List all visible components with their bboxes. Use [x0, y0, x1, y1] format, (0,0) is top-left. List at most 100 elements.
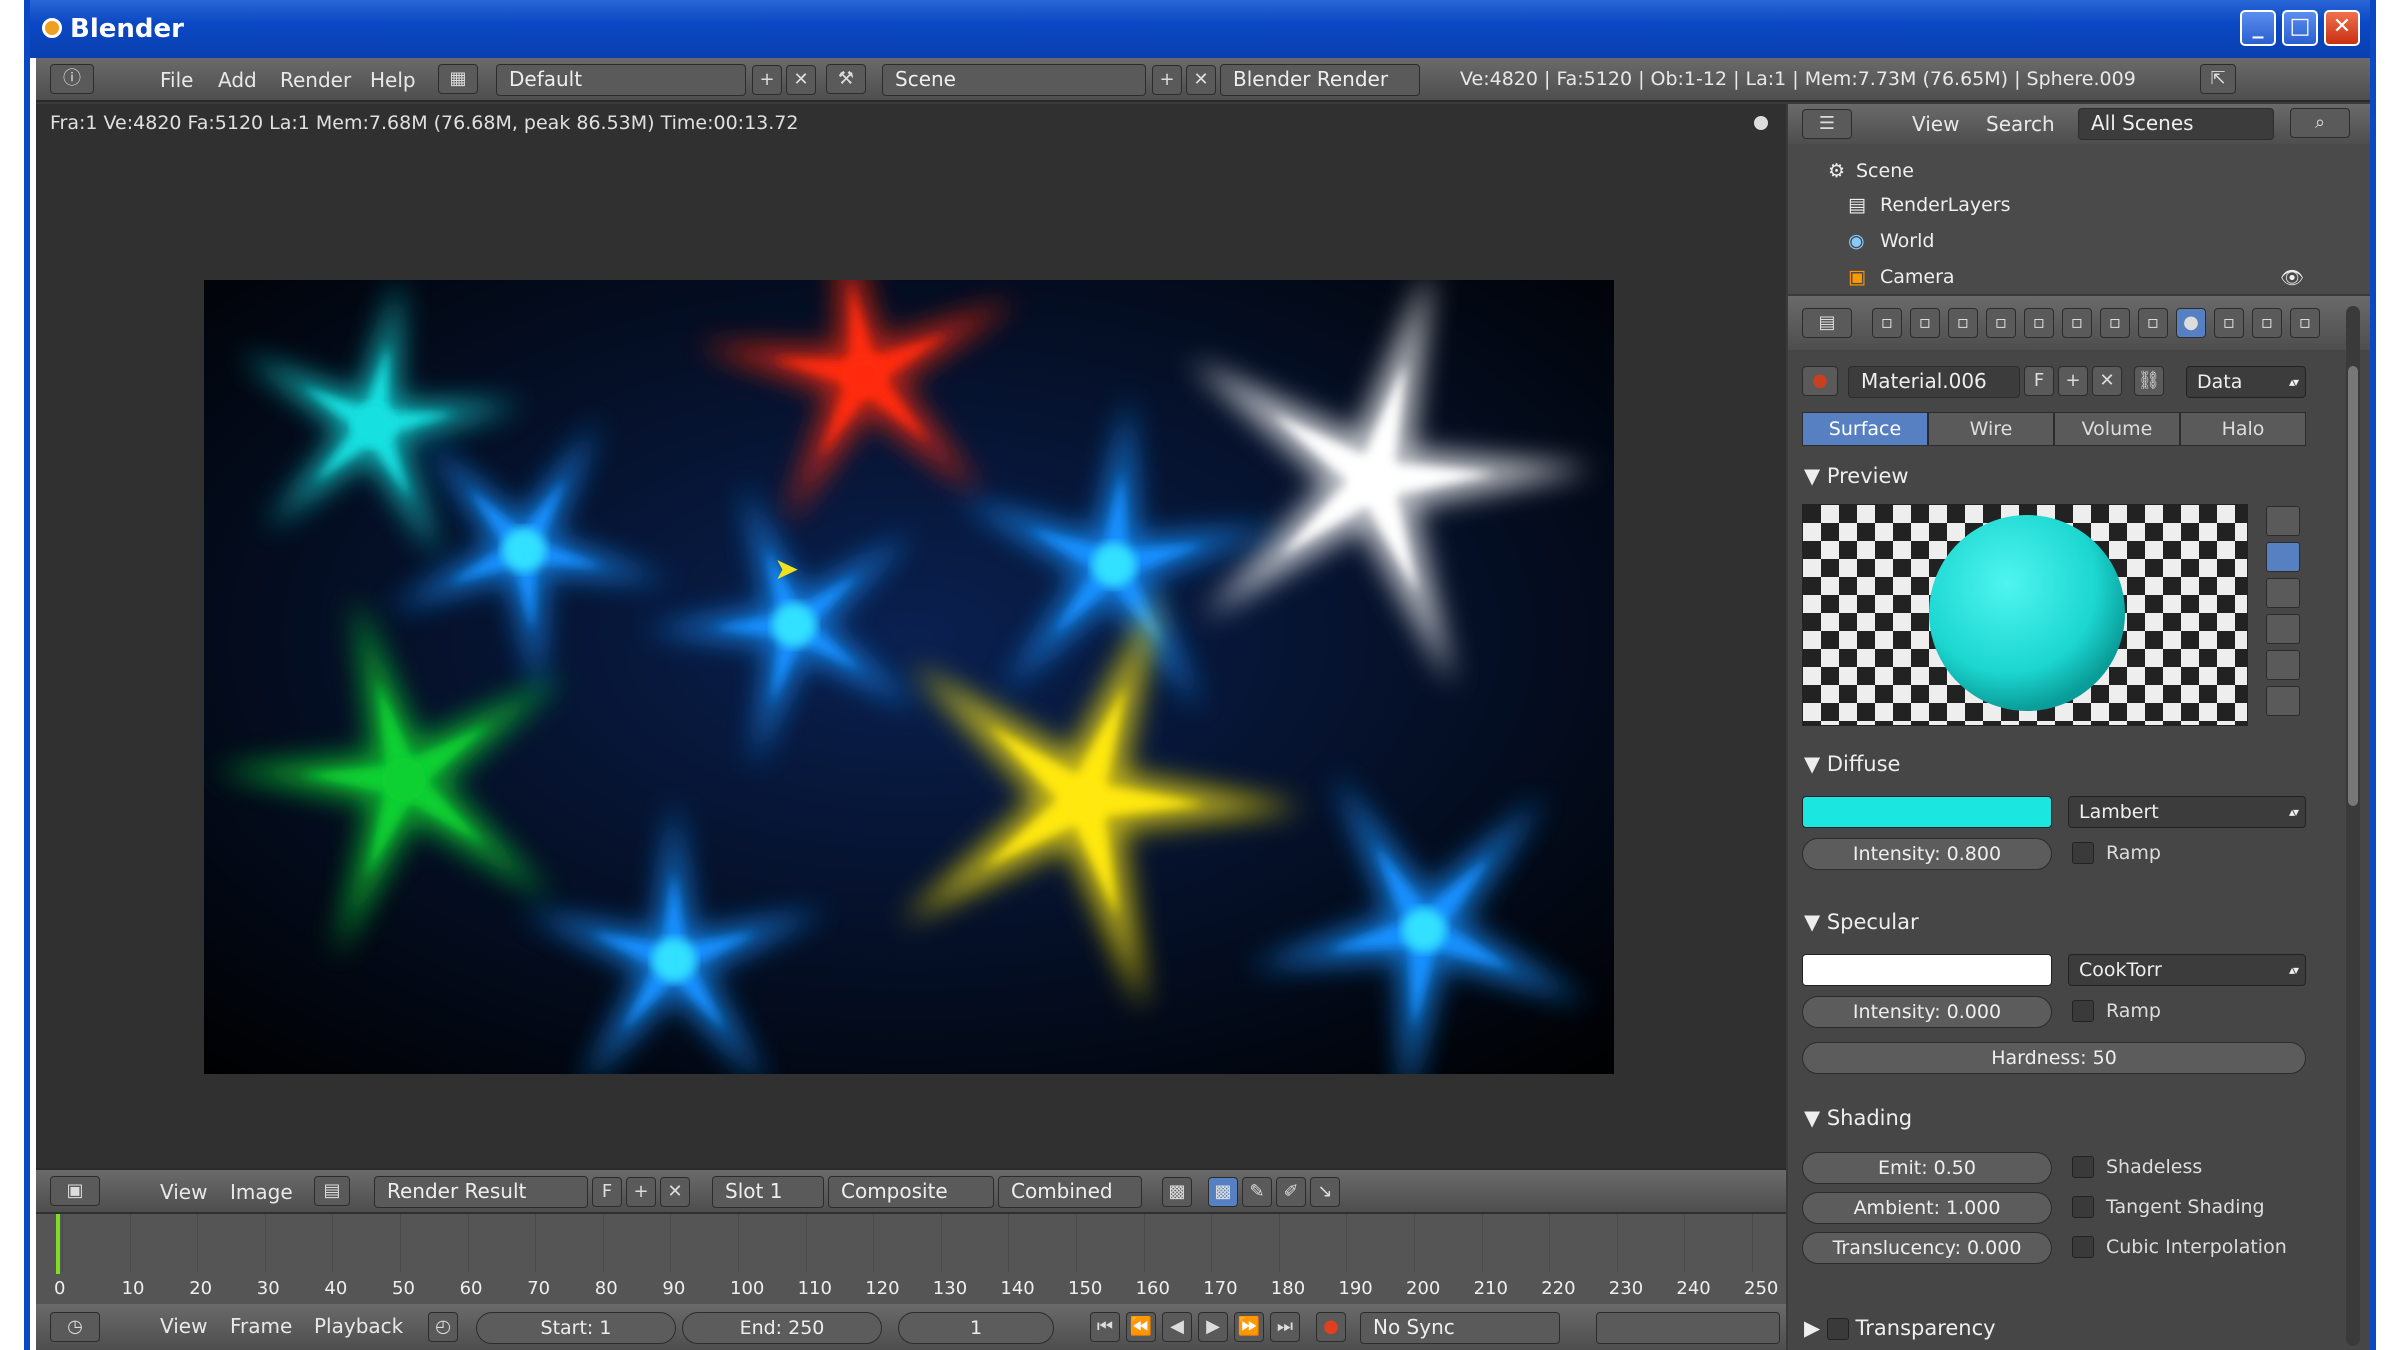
- outliner-menu-search[interactable]: Search: [1986, 112, 2055, 136]
- specular-hardness-slider[interactable]: Hardness: 50: [1802, 1042, 2306, 1074]
- preview-cube-icon[interactable]: [2266, 578, 2300, 608]
- timeline-editor[interactable]: 0 10 20 30 40 50 60 70 80 90 100 110 120 130 140 150 160…: [36, 1214, 1786, 1304]
- menu-render[interactable]: Render: [280, 68, 351, 92]
- outliner-item-world[interactable]: World: [1880, 230, 1934, 252]
- keying-set-field[interactable]: [1596, 1312, 1780, 1344]
- specular-shader-dropdown[interactable]: CookTorr: [2068, 954, 2306, 986]
- specular-color-swatch[interactable]: [1802, 954, 2052, 986]
- menu-frame[interactable]: Frame: [230, 1314, 292, 1338]
- preview-monkey-icon[interactable]: [2266, 614, 2300, 644]
- menu-add[interactable]: Add: [218, 68, 257, 92]
- layer-dropdown[interactable]: Composite: [828, 1176, 994, 1208]
- maximize-icon[interactable]: □: [2282, 10, 2318, 46]
- preview-hair-icon[interactable]: [2266, 650, 2300, 680]
- menu-help[interactable]: Help: [370, 68, 416, 92]
- jump-keyframe-forward-icon[interactable]: ⏩: [1234, 1312, 1264, 1342]
- menu-view[interactable]: View: [160, 1180, 207, 1204]
- outliner[interactable]: ☰ View Search All Scenes ⌕ ⚙ Scene ▤ Ren…: [1788, 104, 2370, 294]
- menu-image[interactable]: Image: [230, 1180, 293, 1204]
- context-data-icon[interactable]: ▫: [2138, 308, 2168, 338]
- context-scene-icon[interactable]: ▫: [1948, 308, 1978, 338]
- render-engine-dropdown[interactable]: Blender Render: [1220, 64, 1420, 96]
- paint-icon[interactable]: ✐: [1276, 1177, 1306, 1207]
- new-image-icon[interactable]: +: [626, 1177, 656, 1207]
- unlink-image-icon[interactable]: ✕: [660, 1177, 690, 1207]
- specular-intensity-slider[interactable]: Intensity: 0.000: [1802, 996, 2052, 1028]
- diffuse-intensity-slider[interactable]: Intensity: 0.800: [1802, 838, 2052, 870]
- mask-icon[interactable]: ↘: [1310, 1177, 1340, 1207]
- sample-icon[interactable]: ✎: [1242, 1177, 1272, 1207]
- jump-keyframe-back-icon[interactable]: ⏪: [1126, 1312, 1156, 1342]
- preview-sphere-icon[interactable]: [2266, 542, 2300, 572]
- scene-icon[interactable]: ⚒: [826, 64, 866, 94]
- preview-sky-icon[interactable]: [2266, 686, 2300, 716]
- preview-range-icon[interactable]: ◴: [428, 1312, 458, 1342]
- current-frame-field[interactable]: 1: [898, 1312, 1054, 1344]
- tab-surface[interactable]: Surface: [1802, 412, 1928, 446]
- start-frame-field[interactable]: Start: 1: [476, 1312, 676, 1344]
- remove-scene-icon[interactable]: ✕: [1186, 65, 1216, 95]
- scene-field[interactable]: Scene: [882, 64, 1146, 96]
- cubic-interpolation-checkbox[interactable]: [2072, 1236, 2094, 1258]
- play-reverse-icon[interactable]: ◀: [1162, 1312, 1192, 1342]
- fullscreen-icon[interactable]: ⇱: [2200, 64, 2236, 94]
- screen-layout-field[interactable]: Default: [496, 64, 746, 96]
- timeline-editor-type-icon[interactable]: ◷: [50, 1312, 100, 1342]
- context-particles-icon[interactable]: ▫: [2252, 308, 2282, 338]
- remove-screen-icon[interactable]: ✕: [786, 65, 816, 95]
- ambient-slider[interactable]: Ambient: 1.000: [1802, 1192, 2052, 1224]
- menu-file[interactable]: File: [160, 68, 193, 92]
- shading-panel-title[interactable]: ▼ Shading: [1804, 1106, 1912, 1130]
- transparency-panel-title[interactable]: ▶ Transparency: [1804, 1316, 1996, 1340]
- translucency-slider[interactable]: Translucency: 0.000: [1802, 1232, 2052, 1264]
- unlink-material-icon[interactable]: ✕: [2092, 366, 2122, 396]
- shadeless-checkbox[interactable]: [2072, 1156, 2094, 1178]
- context-render-icon[interactable]: ▫: [1872, 308, 1902, 338]
- browse-image-icon[interactable]: ▤: [314, 1176, 350, 1206]
- window-titlebar[interactable]: Blender _ □ ✕: [30, 0, 2370, 58]
- pass-dropdown[interactable]: Combined: [998, 1176, 1142, 1208]
- context-world-icon[interactable]: ▫: [1986, 308, 2016, 338]
- outliner-item-scene[interactable]: Scene: [1856, 160, 1914, 182]
- current-frame-marker[interactable]: [56, 1214, 60, 1274]
- preview-flat-icon[interactable]: [2266, 506, 2300, 536]
- screen-layout-icon[interactable]: ▦: [438, 64, 478, 94]
- visibility-eye-icon[interactable]: 👁: [2280, 266, 2304, 289]
- specular-ramp-checkbox[interactable]: [2072, 1000, 2094, 1022]
- outliner-item-camera[interactable]: Camera: [1880, 266, 1955, 288]
- outliner-search-icon[interactable]: ⌕: [2290, 108, 2350, 138]
- properties-scrollbar[interactable]: [2346, 306, 2360, 1346]
- tangent-shading-checkbox[interactable]: [2072, 1196, 2094, 1218]
- diffuse-ramp-checkbox[interactable]: [2072, 842, 2094, 864]
- material-sphere-icon[interactable]: ●: [1802, 366, 1838, 396]
- material-fake-user-button[interactable]: F: [2024, 366, 2054, 396]
- jump-start-icon[interactable]: ⏮: [1090, 1312, 1120, 1342]
- outliner-menu-view[interactable]: View: [1912, 112, 1959, 136]
- record-icon[interactable]: ●: [1316, 1312, 1346, 1342]
- play-icon[interactable]: ▶: [1198, 1312, 1228, 1342]
- node-material-icon[interactable]: ⛓: [2134, 366, 2164, 396]
- image-editor-type-icon[interactable]: ▣: [50, 1176, 100, 1206]
- region-toggle-icon[interactable]: [1754, 116, 1768, 130]
- jump-end-icon[interactable]: ⏭: [1270, 1312, 1300, 1342]
- image-name-field[interactable]: Render Result: [374, 1176, 588, 1208]
- emit-slider[interactable]: Emit: 0.50: [1802, 1152, 2052, 1184]
- material-name-field[interactable]: Material.006: [1848, 366, 2020, 398]
- diffuse-color-swatch[interactable]: [1802, 796, 2052, 828]
- context-render-layers-icon[interactable]: ▫: [1910, 308, 1940, 338]
- preview-panel-title[interactable]: ▼ Preview: [1804, 464, 1909, 488]
- add-scene-icon[interactable]: +: [1152, 65, 1182, 95]
- outliner-editor-type-icon[interactable]: ☰: [1802, 109, 1852, 139]
- context-physics-icon[interactable]: ▫: [2290, 308, 2320, 338]
- image-editor[interactable]: Fra:1 Ve:4820 Fa:5120 La:1 Mem:7.68M (76…: [36, 104, 1786, 1214]
- minimize-icon[interactable]: _: [2240, 10, 2276, 46]
- material-link-dropdown[interactable]: Data: [2186, 366, 2306, 398]
- context-object-icon[interactable]: ▫: [2024, 308, 2054, 338]
- scrollbar-thumb[interactable]: [2348, 366, 2358, 806]
- tab-wire[interactable]: Wire: [1928, 412, 2054, 446]
- fake-user-button[interactable]: F: [592, 1177, 622, 1207]
- add-screen-icon[interactable]: +: [752, 65, 782, 95]
- menu-playback[interactable]: Playback: [314, 1314, 403, 1338]
- properties-editor-type-icon[interactable]: ▤: [1802, 308, 1852, 338]
- outliner-filter-dropdown[interactable]: All Scenes: [2078, 108, 2274, 140]
